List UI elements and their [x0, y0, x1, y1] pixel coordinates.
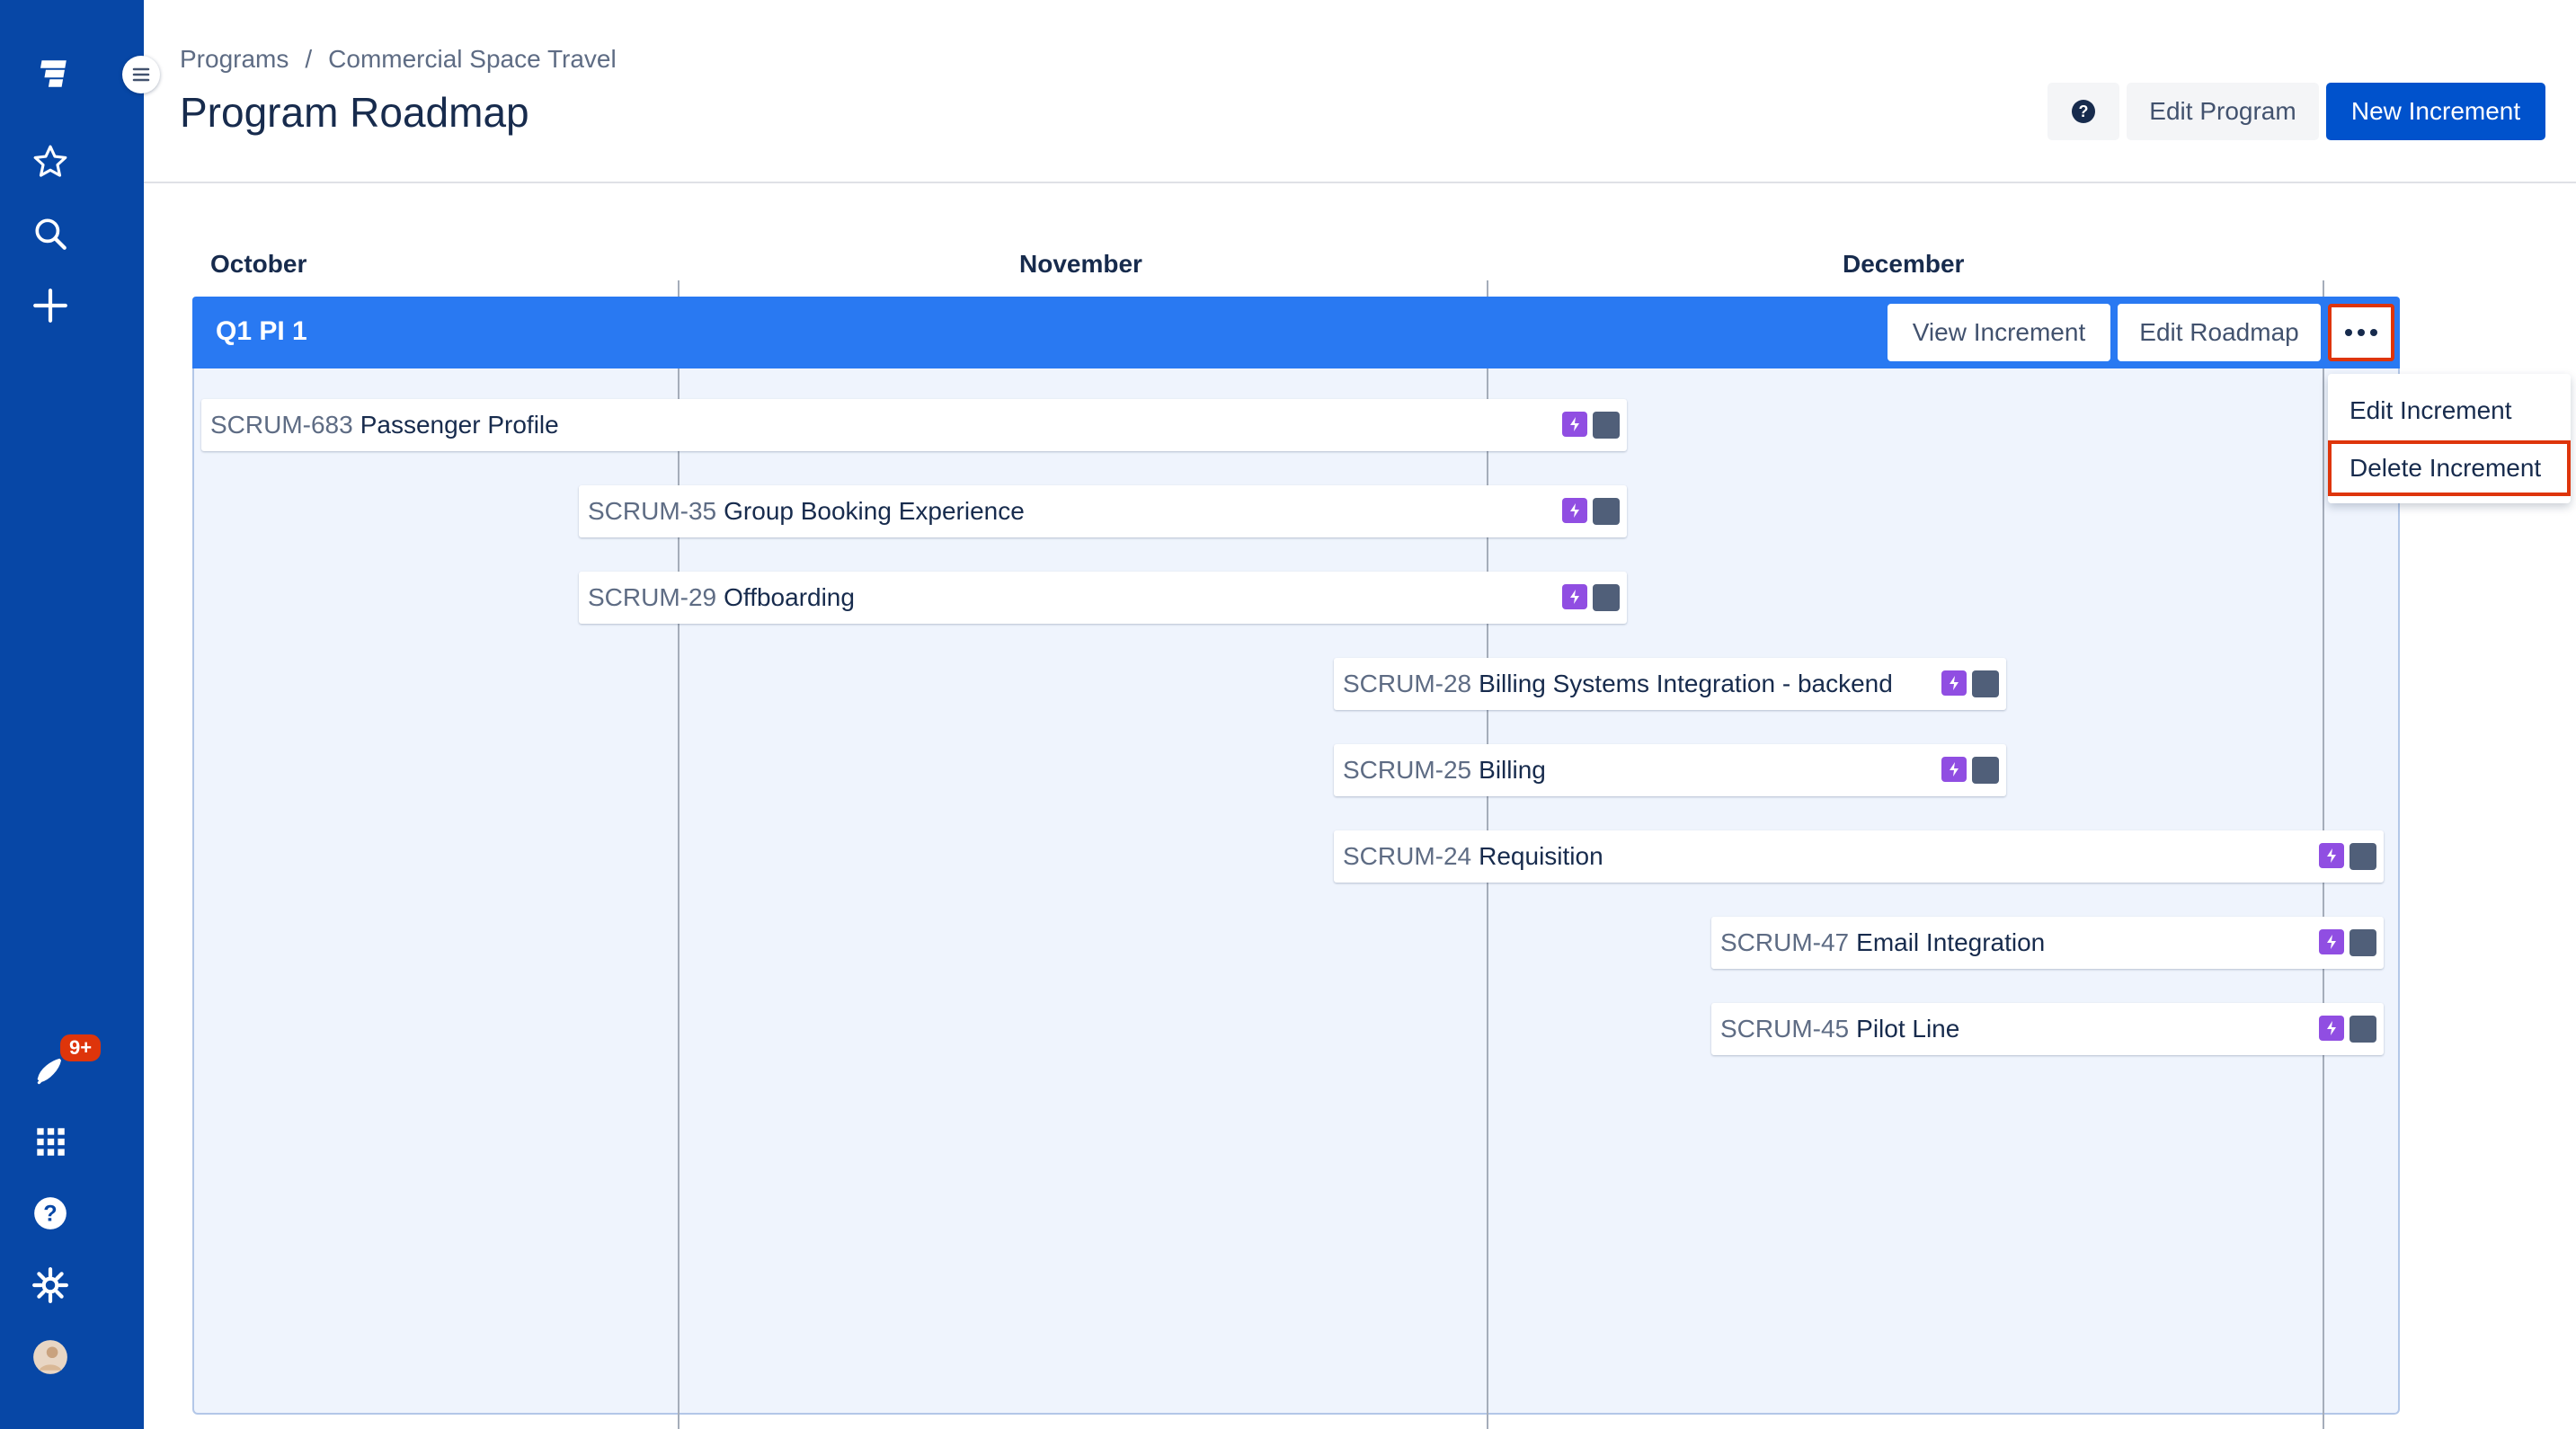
header-divider — [144, 182, 2576, 183]
ellipsis-icon — [2345, 329, 2377, 336]
roadmap-issue-card[interactable]: SCRUM-25 Billing — [1334, 744, 2006, 796]
delete-increment-menu-item[interactable]: Delete Increment — [2328, 440, 2571, 496]
issue-title: Email Integration — [1856, 928, 2046, 956]
increment-name: Q1 PI 1 — [216, 316, 307, 346]
help-icon[interactable]: ? — [27, 1190, 74, 1237]
increment-actions-menu: Edit Increment Delete Increment — [2328, 374, 2571, 503]
search-icon[interactable] — [27, 210, 74, 257]
epic-lightning-icon — [1941, 757, 1967, 782]
status-square-icon — [1593, 498, 1620, 525]
breadcrumb: Programs / Commercial Space Travel — [180, 45, 617, 74]
global-sidebar: 9+ ? — [0, 0, 144, 1429]
status-square-icon — [2349, 929, 2376, 956]
issue-key: SCRUM-24 — [1343, 842, 1472, 870]
status-square-icon — [2349, 843, 2376, 870]
roadmap-issue-card[interactable]: SCRUM-24 Requisition — [1334, 830, 2384, 883]
create-plus-icon[interactable] — [27, 282, 74, 329]
settings-gear-icon[interactable] — [27, 1262, 74, 1309]
app-switcher-icon[interactable] — [27, 1118, 74, 1165]
star-icon[interactable] — [27, 138, 74, 185]
menu-lines-icon — [132, 67, 150, 82]
issue-title: Billing Systems Integration - backend — [1479, 670, 1893, 697]
epic-lightning-icon — [1562, 498, 1587, 523]
issue-key: SCRUM-35 — [588, 497, 717, 525]
epic-lightning-icon — [1562, 412, 1587, 437]
status-square-icon — [1593, 584, 1620, 611]
jira-logo-icon[interactable] — [27, 50, 74, 97]
issue-key: SCRUM-683 — [210, 411, 353, 439]
view-increment-button[interactable]: View Increment — [1888, 304, 2110, 361]
collapse-sidebar-button[interactable] — [122, 56, 160, 93]
epic-lightning-icon — [2319, 929, 2344, 954]
issue-title: Pilot Line — [1856, 1015, 1960, 1043]
question-circle-icon: ? — [2072, 100, 2095, 123]
more-actions-button[interactable] — [2328, 304, 2394, 361]
help-button[interactable]: ? — [2047, 83, 2119, 140]
roadmap-issue-card[interactable]: SCRUM-47 Email Integration — [1711, 917, 2384, 969]
month-divider-line — [678, 280, 680, 1429]
svg-text:?: ? — [2079, 102, 2089, 120]
breadcrumb-separator: / — [305, 45, 313, 73]
roadmap-issue-card[interactable]: SCRUM-29 Offboarding — [579, 572, 1627, 624]
month-october: October — [210, 250, 307, 278]
issue-key: SCRUM-28 — [1343, 670, 1472, 697]
breadcrumb-commercial-space-travel[interactable]: Commercial Space Travel — [328, 45, 617, 73]
roadmap-issue-card[interactable]: SCRUM-45 Pilot Line — [1711, 1003, 2384, 1055]
breadcrumb-programs[interactable]: Programs — [180, 45, 289, 73]
month-november: November — [1019, 250, 1142, 278]
issue-title: Billing — [1479, 756, 1546, 784]
issue-title: Offboarding — [724, 583, 855, 611]
svg-text:?: ? — [43, 1201, 57, 1226]
status-square-icon — [2349, 1016, 2376, 1043]
page-title: Program Roadmap — [180, 89, 529, 136]
user-avatar-icon[interactable] — [27, 1334, 74, 1380]
epic-lightning-icon — [1941, 670, 1967, 696]
roadmap-issue-card[interactable]: SCRUM-35 Group Booking Experience — [579, 485, 1627, 537]
edit-program-button[interactable]: Edit Program — [2127, 83, 2319, 140]
epic-lightning-icon — [2319, 1016, 2344, 1041]
notification-badge: 9+ — [58, 1032, 104, 1064]
epic-lightning-icon — [1562, 584, 1587, 609]
status-square-icon — [1972, 670, 1999, 697]
month-december: December — [1843, 250, 1965, 278]
issue-title: Requisition — [1479, 842, 1603, 870]
roadmap-issue-card[interactable]: SCRUM-683 Passenger Profile — [201, 399, 1627, 451]
issue-key: SCRUM-25 — [1343, 756, 1472, 784]
issue-title: Group Booking Experience — [724, 497, 1025, 525]
new-increment-button[interactable]: New Increment — [2326, 83, 2545, 140]
edit-increment-menu-item[interactable]: Edit Increment — [2328, 383, 2571, 439]
issue-key: SCRUM-45 — [1720, 1015, 1850, 1043]
status-square-icon — [1972, 757, 1999, 784]
roadmap-issue-card[interactable]: SCRUM-28 Billing Systems Integration - ba… — [1334, 658, 2006, 710]
issue-title: Passenger Profile — [360, 411, 559, 439]
status-square-icon — [1593, 412, 1620, 439]
issue-key: SCRUM-47 — [1720, 928, 1850, 956]
issue-key: SCRUM-29 — [588, 583, 717, 611]
edit-roadmap-button[interactable]: Edit Roadmap — [2118, 304, 2321, 361]
epic-lightning-icon — [2319, 843, 2344, 868]
